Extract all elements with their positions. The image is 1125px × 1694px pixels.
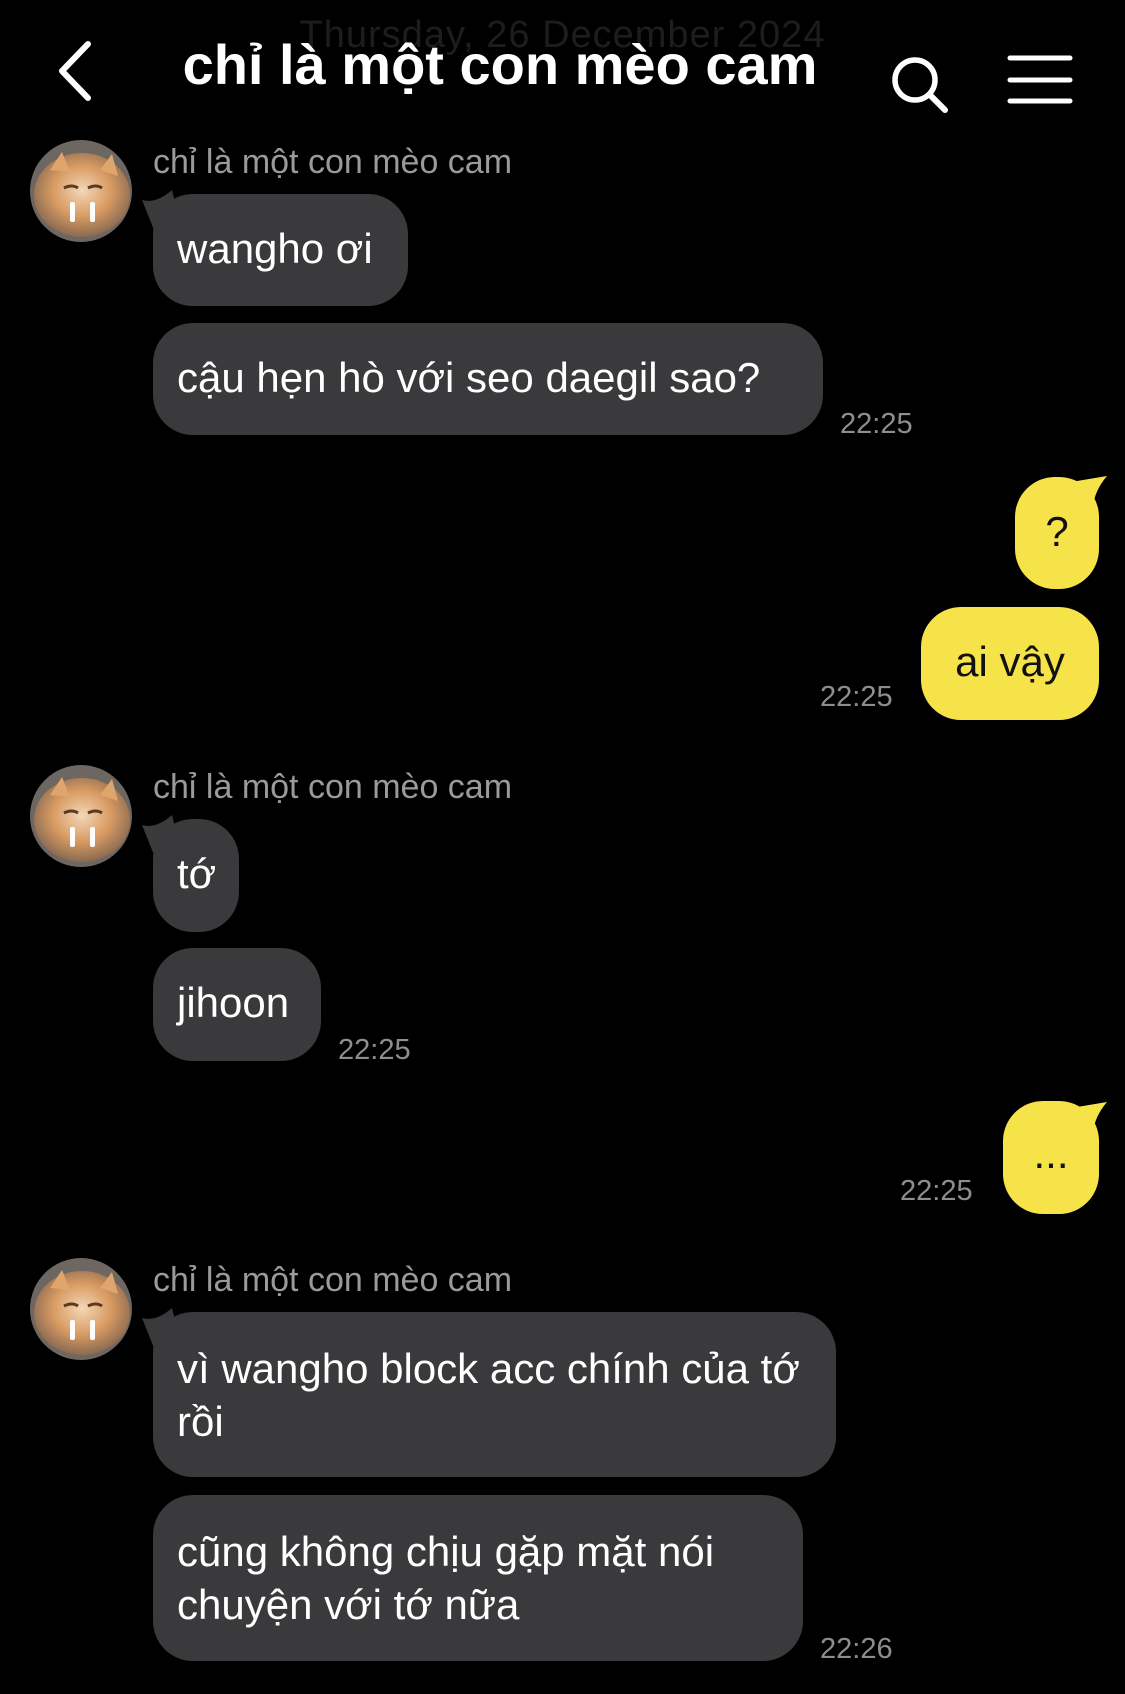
message-text: ? xyxy=(1045,508,1069,555)
message-bubble[interactable]: ai vậy xyxy=(921,607,1099,720)
sender-name: chỉ là một con mèo cam xyxy=(153,143,513,181)
menu-button[interactable] xyxy=(1005,50,1075,110)
message-bubble[interactable]: jihoon xyxy=(153,948,321,1061)
message-time: 22:25 xyxy=(338,1034,411,1066)
cat-avatar-image xyxy=(30,1258,132,1360)
message-bubble[interactable]: ? xyxy=(1015,477,1099,589)
chat-title: chỉ là một con mèo cam xyxy=(182,33,818,96)
message-time: 22:25 xyxy=(820,681,893,713)
message-text: cũng không chịu gặp mặt nói chuyện với t… xyxy=(177,1528,715,1628)
message-text: jihoon xyxy=(177,979,290,1026)
message-text: ai vậy xyxy=(955,638,1065,685)
search-icon xyxy=(892,57,948,113)
message-bubble[interactable]: vì wangho block acc chính của tớ rồi xyxy=(153,1312,836,1477)
sender-name: chỉ là một con mèo cam xyxy=(153,1261,513,1299)
message-text: tớ xyxy=(177,850,217,897)
message-time: 22:25 xyxy=(900,1175,973,1207)
message-text: vì wangho block acc chính của tớ rồi xyxy=(177,1345,800,1445)
avatar[interactable] xyxy=(30,140,132,242)
cat-avatar-image xyxy=(30,765,132,867)
cat-avatar-image xyxy=(30,140,132,242)
message-text: ... xyxy=(1033,1130,1069,1177)
hamburger-menu-icon xyxy=(1007,55,1073,104)
search-button[interactable] xyxy=(885,50,955,120)
message-text: wangho ơi xyxy=(177,225,373,272)
message-bubble[interactable]: ... xyxy=(1003,1101,1099,1214)
chevron-left-icon xyxy=(59,41,91,101)
avatar[interactable] xyxy=(30,765,132,867)
message-text: cậu hẹn hò với seo daegil sao? xyxy=(177,354,761,401)
message-bubble[interactable]: tớ xyxy=(153,819,239,932)
message-bubble[interactable]: cũng không chịu gặp mặt nói chuyện với t… xyxy=(153,1495,803,1661)
avatar[interactable] xyxy=(30,1258,132,1360)
sender-name: chỉ là một con mèo cam xyxy=(153,768,513,806)
chat-header: Thursday, 26 December 2024 chỉ là một co… xyxy=(0,0,1125,140)
message-time: 22:26 xyxy=(820,1633,893,1665)
back-button[interactable] xyxy=(52,36,112,106)
message-bubble[interactable]: cậu hẹn hò với seo daegil sao? xyxy=(153,323,823,435)
message-bubble[interactable]: wangho ơi xyxy=(153,194,408,306)
message-time: 22:25 xyxy=(840,408,913,440)
